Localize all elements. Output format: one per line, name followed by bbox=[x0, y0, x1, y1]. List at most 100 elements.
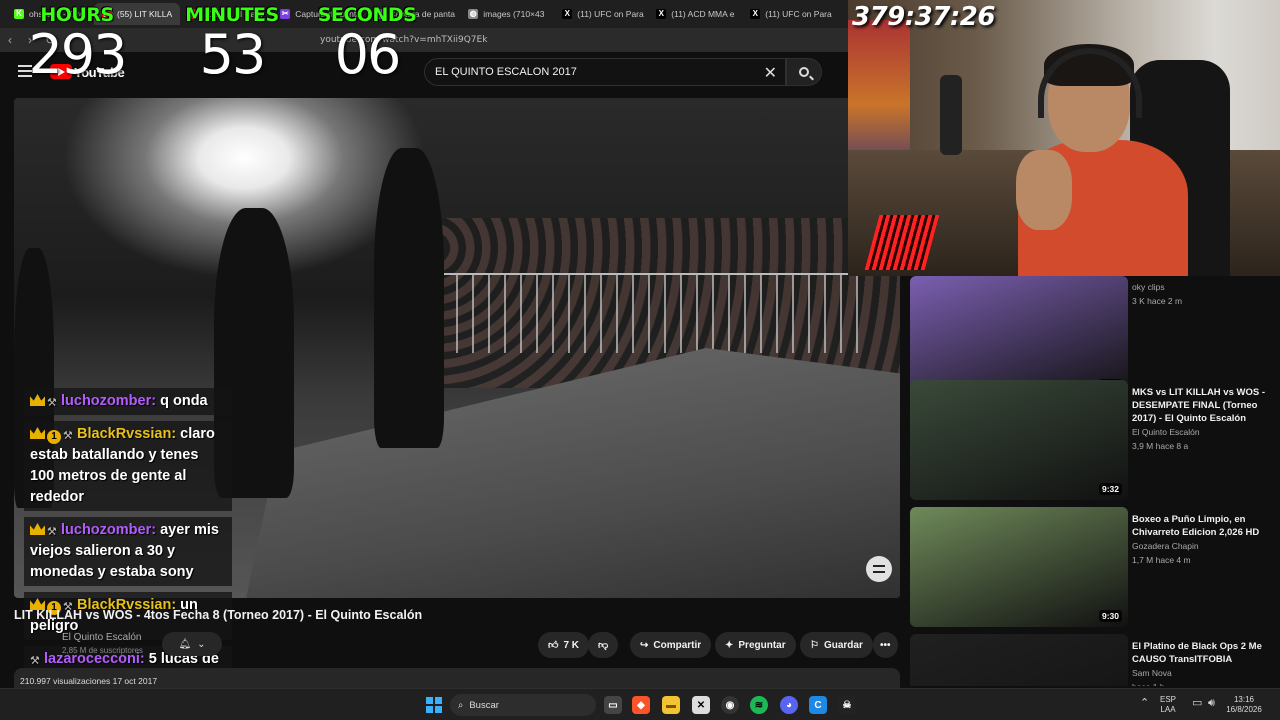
video-stage bbox=[244, 348, 900, 598]
screen: Kohsifake - Stre ▶ (55) LIT KILLA ▶ (Quie...… bbox=[0, 0, 1280, 720]
recommendation-thumbnail[interactable] bbox=[910, 634, 1128, 686]
chat-message: 1 ⚒ BlackRvssian: claro estab batallando y… bbox=[24, 421, 232, 511]
crown-badge-icon bbox=[30, 394, 45, 406]
chat-message: ⚒ luchozomber: ayer mis viejos salieron a… bbox=[24, 517, 232, 586]
search-input[interactable]: EL QUINTO ESCALON 2017 ✕ bbox=[424, 58, 786, 86]
browser-tab-label: images (710×43 bbox=[483, 9, 545, 19]
video-fence bbox=[424, 273, 864, 353]
capcut-icon[interactable]: ✕ bbox=[692, 696, 710, 714]
chevron-down-icon: ⌄ bbox=[197, 638, 206, 650]
more-actions-button[interactable]: ••• bbox=[873, 632, 898, 658]
volume-icon[interactable]: 🔊︎ bbox=[1208, 698, 1215, 709]
save-button[interactable]: ⚐ Guardar bbox=[800, 632, 873, 658]
x-icon: X bbox=[562, 9, 573, 19]
browser-tab[interactable]: X (11) UFC on Para bbox=[554, 3, 646, 25]
timer-hours-value: 293 bbox=[28, 23, 127, 86]
clock-time: 13:16 bbox=[1233, 695, 1255, 704]
recommendation-channel[interactable]: oky clips bbox=[1132, 282, 1165, 292]
timer-hours: HOURS 293 bbox=[12, 4, 142, 84]
timer-minutes-value: 53 bbox=[199, 23, 267, 86]
notification-bell-button[interactable]: 🔔︎ ⌄ bbox=[162, 632, 222, 656]
timer-seconds: SECONDS 06 bbox=[302, 4, 432, 84]
clock[interactable]: 13:16 16/8/2026 bbox=[1222, 695, 1266, 715]
thumbs-down-icon: 👎︎ bbox=[598, 640, 609, 651]
sparkle-icon: ✦ bbox=[725, 639, 734, 651]
crown-badge-icon bbox=[30, 523, 45, 535]
ask-label: Preguntar bbox=[738, 639, 786, 651]
webcam-thermos bbox=[940, 75, 962, 155]
channel-name[interactable]: El Quinto Escalón bbox=[62, 632, 142, 643]
recommendation-thumbnail[interactable]: 9:32 bbox=[910, 380, 1128, 500]
search-button[interactable] bbox=[786, 58, 822, 86]
hammer-badge-icon: ⚒ bbox=[63, 430, 73, 442]
task-view-icon[interactable]: ▭ bbox=[604, 696, 622, 714]
windows-taskbar: ⌕ Buscar ▭ ◆ ▬ ✕ ◉ ≋ ◕ C ☠ ⌃ ESP LAA ▭ 🔊… bbox=[0, 688, 1280, 720]
video-description[interactable]: 210.997 visualizaciones 17 oct 2017 bbox=[14, 668, 900, 688]
recommendation-channel[interactable]: Gozadera Chapin bbox=[1132, 541, 1199, 551]
views-and-date: 210.997 visualizaciones 17 oct 2017 bbox=[20, 676, 158, 686]
video-title: LIT KILLAH vs WOS - 4tos Fecha 8 (Torneo… bbox=[14, 608, 423, 622]
chat-separator: : bbox=[171, 426, 181, 442]
chat-separator: : bbox=[151, 522, 161, 538]
recommendation-item[interactable]: 9:32 MKS vs LIT KILLAH vs WOS - DESEMPATE… bbox=[910, 380, 1280, 502]
timer-minutes: MINUTES 53 bbox=[162, 4, 302, 84]
recommendation-title[interactable]: El Platino de Black Ops 2 Me CAUSO Trans… bbox=[1132, 640, 1272, 666]
taskbar-search-placeholder: Buscar bbox=[469, 699, 499, 711]
tray-arrow-icon[interactable]: ⌃ bbox=[1140, 698, 1149, 709]
subscriber-count: 2,85 M de suscriptores bbox=[62, 646, 143, 655]
ask-button[interactable]: ✦ Preguntar bbox=[715, 632, 796, 658]
browser-tab[interactable]: X (11) UFC on Para bbox=[742, 3, 834, 25]
windows-start-icon[interactable] bbox=[426, 697, 442, 713]
recommendation-title[interactable]: Boxeo a Puño Limpio, en Chivarreto Edici… bbox=[1132, 513, 1272, 539]
stream-uptime: 379:37:26 bbox=[852, 2, 995, 32]
recommendation-channel[interactable]: Sam Nova bbox=[1132, 668, 1172, 678]
dislike-button[interactable]: 👎︎ bbox=[588, 632, 619, 658]
brave-browser-icon[interactable]: ◆ bbox=[632, 696, 650, 714]
app-icon[interactable]: C bbox=[809, 696, 827, 714]
recommendation-item[interactable]: 9:30 Boxeo a Puño Limpio, en Chivarreto E… bbox=[910, 507, 1280, 629]
share-icon: ↪ bbox=[640, 639, 649, 651]
subathon-timer: HOURS 293 MINUTES 53 SECONDS 06 bbox=[12, 4, 418, 100]
crown-badge-icon bbox=[30, 427, 45, 439]
x-icon: X bbox=[656, 9, 667, 19]
recommendation-thumbnail[interactable]: 9:30 bbox=[910, 507, 1128, 627]
browser-tab[interactable]: X (11) ACD MMA e bbox=[648, 3, 740, 25]
discord-icon[interactable]: ◕ bbox=[780, 696, 798, 714]
like-button[interactable]: 👍︎ 7 K bbox=[538, 632, 590, 658]
chat-username: luchozomber bbox=[61, 393, 152, 409]
spotify-icon[interactable]: ≋ bbox=[750, 696, 768, 714]
recommendation-item[interactable]: El Platino de Black Ops 2 Me CAUSO Trans… bbox=[910, 634, 1280, 686]
recommendation-thumbnail[interactable]: 5:44 bbox=[910, 276, 1128, 396]
thumbs-up-icon: 👍︎ bbox=[548, 640, 559, 651]
sub-count-badge: 1 bbox=[47, 430, 61, 444]
skull-app-icon[interactable]: ☠ bbox=[838, 696, 856, 714]
clear-search-icon[interactable]: ✕ bbox=[764, 63, 777, 83]
search-icon: ⌕ bbox=[458, 699, 464, 711]
taskbar-search[interactable]: ⌕ Buscar bbox=[450, 694, 596, 716]
chat-text: q onda bbox=[160, 393, 208, 409]
webcam-hand bbox=[1016, 150, 1072, 230]
browser-tab-label: (11) UFC on Para bbox=[765, 9, 832, 19]
globe-icon: ◍ bbox=[468, 9, 479, 19]
video-duration: 9:30 bbox=[1098, 610, 1122, 622]
browser-tab-label: (11) UFC on Para bbox=[577, 9, 644, 19]
chat-separator: : bbox=[151, 393, 161, 409]
recommendation-title[interactable]: MKS vs LIT KILLAH vs WOS - DESEMPATE FIN… bbox=[1132, 386, 1272, 425]
video-person-1 bbox=[374, 148, 444, 448]
hammer-badge-icon: ⚒ bbox=[47, 526, 57, 538]
hammer-badge-icon: ⚒ bbox=[47, 397, 57, 409]
share-button[interactable]: ↪ Compartir bbox=[630, 632, 712, 658]
chat-message: ⚒ luchozomber: q onda bbox=[24, 388, 232, 415]
captions-icon[interactable] bbox=[866, 556, 892, 582]
language-indicator[interactable]: ESP LAA bbox=[1160, 695, 1176, 715]
save-label: Guardar bbox=[823, 639, 863, 651]
file-explorer-icon[interactable]: ▬ bbox=[662, 696, 680, 714]
recommendation-meta: 3 K hace 2 m bbox=[1132, 296, 1183, 306]
recommendation-meta: hace 1 h bbox=[1132, 682, 1165, 686]
network-icon[interactable]: ▭ bbox=[1192, 698, 1202, 709]
browser-tab[interactable]: ◍ images (710×43 bbox=[460, 3, 552, 25]
recommendation-channel[interactable]: El Quinto Escalón bbox=[1132, 427, 1200, 437]
video-duration: 9:32 bbox=[1098, 483, 1122, 495]
timer-seconds-value: 06 bbox=[334, 23, 402, 86]
obs-icon[interactable]: ◉ bbox=[721, 696, 739, 714]
